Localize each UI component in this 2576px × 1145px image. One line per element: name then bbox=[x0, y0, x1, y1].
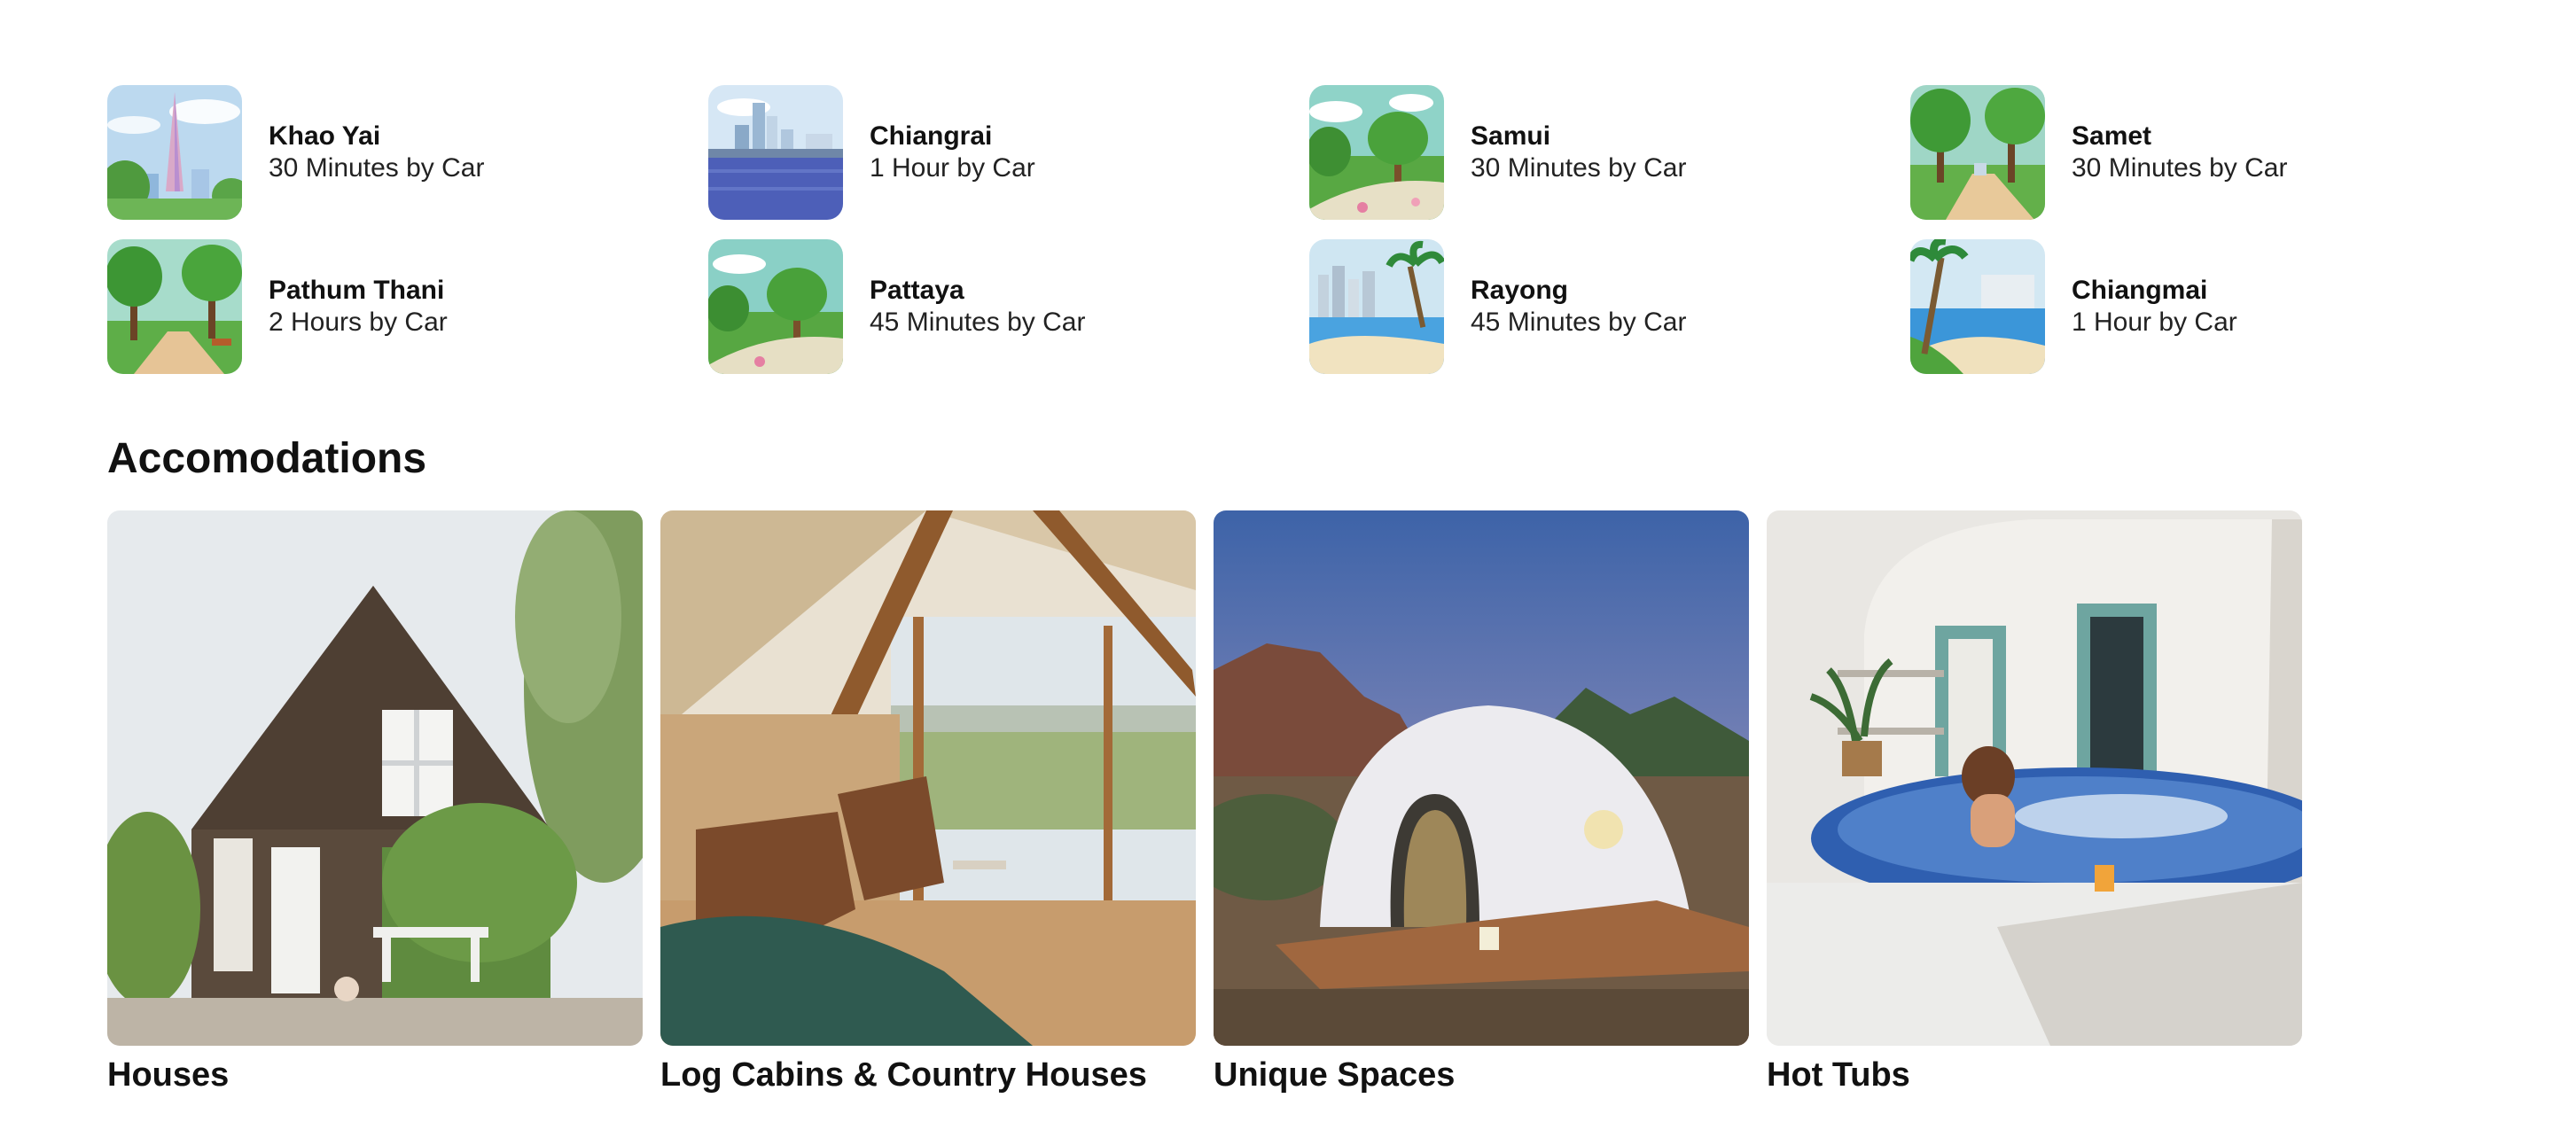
destination-distance: 30 Minutes by Car bbox=[2072, 153, 2288, 183]
accommodations-row: Houses Log Cabins & Country Houses Uniqu… bbox=[107, 510, 2302, 1095]
park-path-illustration bbox=[1910, 85, 2045, 220]
destination-distance: 30 Minutes by Car bbox=[1471, 153, 1687, 183]
destination-distance: 1 Hour by Car bbox=[2072, 308, 2237, 337]
destination-distance: 1 Hour by Car bbox=[870, 153, 1035, 183]
accommodation-card-log-cabins[interactable]: Log Cabins & Country Houses bbox=[660, 510, 1196, 1095]
accommodation-label: Log Cabins & Country Houses bbox=[660, 1056, 1147, 1094]
wooden-house-photo bbox=[107, 510, 643, 1046]
hot-tub-photo bbox=[1767, 510, 2302, 1046]
destination-name: Khao Yai bbox=[269, 121, 381, 151]
destination-name: Samet bbox=[2072, 121, 2152, 151]
geodesic-dome-photo bbox=[1214, 510, 1749, 1046]
destination-distance: 45 Minutes by Car bbox=[1471, 308, 1687, 337]
destination-item-samet[interactable]: Samet 30 Minutes by Car bbox=[1910, 85, 2511, 220]
accommodation-card-hot-tubs[interactable]: Hot Tubs bbox=[1767, 510, 2302, 1095]
destination-item-pathum-thani[interactable]: Pathum Thani 2 Hours by Car bbox=[107, 239, 708, 374]
accommodation-label: Houses bbox=[107, 1056, 230, 1094]
destination-distance: 45 Minutes by Car bbox=[870, 308, 1086, 337]
destination-item-chiangmai[interactable]: Chiangmai 1 Hour by Car bbox=[1910, 239, 2511, 374]
city-waterfront-illustration bbox=[708, 85, 843, 220]
destination-item-samui[interactable]: Samui 30 Minutes by Car bbox=[1309, 85, 1910, 220]
a-frame-cabin-interior-photo bbox=[660, 510, 1196, 1046]
beach-city-illustration bbox=[1309, 239, 1444, 374]
destination-name: Pattaya bbox=[870, 276, 964, 305]
destination-item-pattaya[interactable]: Pattaya 45 Minutes by Car bbox=[708, 239, 1309, 374]
destination-name: Samui bbox=[1471, 121, 1551, 151]
nearby-destinations-grid: Khao Yai 30 Minutes by Car Chiangrai 1 H… bbox=[107, 85, 2511, 374]
page: Khao Yai 30 Minutes by Car Chiangrai 1 H… bbox=[0, 0, 2576, 1145]
destination-item-chiangrai[interactable]: Chiangrai 1 Hour by Car bbox=[708, 85, 1309, 220]
destination-item-khao-yai[interactable]: Khao Yai 30 Minutes by Car bbox=[107, 85, 708, 220]
city-tower-illustration bbox=[107, 85, 242, 220]
park-path-illustration bbox=[107, 239, 242, 374]
accommodations-heading: Accomodations bbox=[107, 435, 427, 482]
destination-name: Pathum Thani bbox=[269, 276, 445, 305]
destination-distance: 30 Minutes by Car bbox=[269, 153, 485, 183]
destination-name: Chiangmai bbox=[2072, 276, 2208, 305]
accommodation-card-houses[interactable]: Houses bbox=[107, 510, 643, 1095]
destination-name: Rayong bbox=[1471, 276, 1569, 305]
park-illustration bbox=[708, 239, 843, 374]
destination-name: Chiangrai bbox=[870, 121, 993, 151]
beach-palm-illustration bbox=[1910, 239, 2045, 374]
accommodation-label: Unique Spaces bbox=[1214, 1056, 1456, 1094]
accommodation-card-unique-spaces[interactable]: Unique Spaces bbox=[1214, 510, 1749, 1095]
destination-item-rayong[interactable]: Rayong 45 Minutes by Car bbox=[1309, 239, 1910, 374]
accommodation-label: Hot Tubs bbox=[1767, 1056, 1910, 1094]
destination-distance: 2 Hours by Car bbox=[269, 308, 448, 337]
park-illustration bbox=[1309, 85, 1444, 220]
